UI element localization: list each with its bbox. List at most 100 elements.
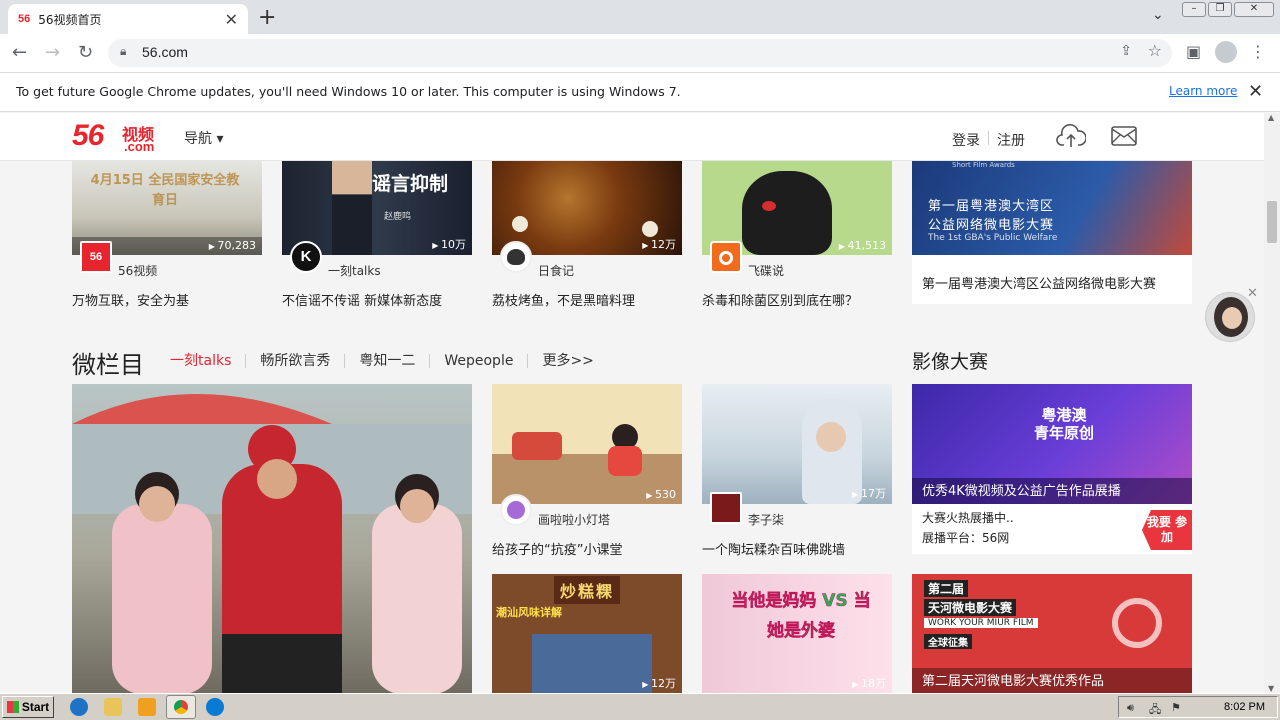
windows-taskbar: Start 🔊︎ 🖧 ⚑ 8:02 PM xyxy=(0,693,1280,720)
video-caption[interactable]: 荔枝烤鱼，不是黑暗料理 xyxy=(492,290,635,309)
tab-more[interactable]: 更多>> xyxy=(528,354,607,368)
explorer-folder-icon[interactable] xyxy=(104,698,122,716)
award-card[interactable]: Short Film Awards 第一届粤港澳大湾区 公益网络微电影大赛 Th… xyxy=(912,161,1192,304)
scroll-down-icon[interactable]: ▼ xyxy=(1268,684,1274,693)
media-player-icon[interactable] xyxy=(138,698,156,716)
author-avatar[interactable]: K xyxy=(290,241,322,273)
address-bar[interactable]: 🔒︎ 56.com ⇪ ☆ xyxy=(108,39,1172,67)
network-icon[interactable]: 🖧 xyxy=(1149,701,1161,720)
author-name[interactable]: 56视频 xyxy=(118,262,157,279)
award-status: 大赛火热展播中.. xyxy=(922,511,1014,525)
video-thumbnail[interactable]: 炒糕粿 潮汕风味详解 12万 xyxy=(492,574,682,693)
tab-search-chevron-icon[interactable]: ⌄ xyxy=(1152,7,1164,23)
lock-icon[interactable]: 🔒︎ xyxy=(120,44,126,59)
back-arrow-icon[interactable]: ← xyxy=(12,42,27,63)
flag-icon[interactable]: ⚑ xyxy=(1171,701,1181,714)
video-caption[interactable]: 一个陶坛糅杂百味佛跳墙 xyxy=(702,539,845,558)
shop-front xyxy=(532,634,652,693)
login-link[interactable]: 登录 xyxy=(952,130,980,150)
scroll-thumb[interactable] xyxy=(1267,201,1277,243)
side-panel-icon[interactable]: ▣ xyxy=(1186,42,1201,61)
featured-video-thumbnail[interactable] xyxy=(72,384,472,693)
site-logo[interactable]: 56 视频 .com xyxy=(72,119,154,154)
author-avatar[interactable] xyxy=(710,241,742,273)
video-caption[interactable]: 万物互联，安全为基 xyxy=(72,290,189,309)
upload-cloud-icon[interactable] xyxy=(1056,123,1086,149)
join-button[interactable]: 我要 参加 xyxy=(1142,510,1192,550)
figure-face xyxy=(816,422,846,452)
sofa xyxy=(512,432,562,460)
author-avatar[interactable] xyxy=(500,241,532,273)
thumb-top-text: Short Film Awards xyxy=(952,161,1015,169)
thumb-line: 全球征集 xyxy=(924,634,972,649)
author-name[interactable]: 日食记 xyxy=(538,262,574,279)
author-name[interactable]: 飞碟说 xyxy=(748,262,784,279)
author-name[interactable]: 李子柒 xyxy=(748,511,784,528)
browser-tab[interactable]: 56 56视频首页 ✕ xyxy=(8,4,248,34)
chrome-menu-icon[interactable]: ⋮ xyxy=(1250,42,1266,61)
volume-icon[interactable]: 🔊︎ xyxy=(1127,701,1134,715)
scroll-up-icon[interactable]: ▲ xyxy=(1268,113,1274,122)
author-avatar[interactable]: 56 xyxy=(80,241,112,273)
video-thumbnail[interactable]: 当他是妈妈 VS 当她是外婆 18万 xyxy=(702,574,892,693)
video-caption[interactable]: 给孩子的“抗疫”小课堂 xyxy=(492,539,622,558)
play-count: 12万 xyxy=(642,236,676,252)
bookmark-star-icon[interactable]: ☆ xyxy=(1148,41,1162,60)
floating-close-icon[interactable]: ✕ xyxy=(1247,286,1258,301)
tab-strip: 56 56视频首页 ✕ + ⌄ – ❐ ✕ xyxy=(0,0,1280,34)
window-close-button[interactable]: ✕ xyxy=(1234,2,1274,17)
award-card[interactable]: 第二届 天河微电影大赛 WORK YOUR MIUR FILM 全球征集 第二届… xyxy=(912,574,1192,693)
tab-title: 56视频首页 xyxy=(38,12,102,27)
award-card[interactable]: 粤港澳 青年原创 优秀4K微视频及公益广告作品展播 大赛火热展播中.. 展播平台… xyxy=(912,384,1192,554)
window-controls: – ❐ ✕ xyxy=(1182,2,1274,17)
nav-dropdown[interactable]: 导航 ▾ xyxy=(184,128,223,148)
thumb-overlay-text: 当他是妈妈 VS 当她是外婆 xyxy=(731,591,871,642)
author-avatar[interactable] xyxy=(500,494,532,526)
tab-changsuo[interactable]: 畅所欲言秀 xyxy=(246,354,346,368)
edge-icon[interactable] xyxy=(206,698,224,716)
author-name[interactable]: 画啦啦小灯塔 xyxy=(538,511,610,528)
minimize-button[interactable]: – xyxy=(1182,2,1206,17)
award-thumbnail[interactable]: 粤港澳 青年原创 优秀4K微视频及公益广告作品展播 xyxy=(912,384,1192,504)
reload-icon[interactable]: ↻ xyxy=(78,42,93,63)
award-caption[interactable]: 第一届粤港澳大湾区公益网络微电影大赛 xyxy=(922,273,1156,292)
new-tab-button[interactable]: + xyxy=(258,5,276,30)
award-caption[interactable]: 第二届天河微电影大赛优秀作品 xyxy=(922,670,1104,689)
share-icon[interactable]: ⇪ xyxy=(1120,43,1132,59)
food-lychee xyxy=(642,221,658,237)
video-caption[interactable]: 不信谣不传谣 新媒体新态度 xyxy=(282,290,442,309)
thumb-subtext: 赵鹿鸣 xyxy=(384,212,412,222)
video-thumbnail[interactable]: 17万 xyxy=(702,384,892,504)
thumb-line: The 1st GBA's Public Welfare xyxy=(928,233,1058,243)
chrome-taskbar-button[interactable] xyxy=(166,695,196,719)
divider xyxy=(988,131,989,145)
tab-close-icon[interactable]: ✕ xyxy=(225,10,238,29)
tab-yike-talks[interactable]: 一刻talks xyxy=(170,354,247,368)
learn-more-link[interactable]: Learn more xyxy=(1169,84,1237,98)
author-name[interactable]: 一刻talks xyxy=(328,262,381,279)
thumb-line: 公益网络微电影大赛 xyxy=(928,218,1055,233)
browser-toolbar: ← → ↻ 🔒︎ 56.com ⇪ ☆ ▣ ⋮ xyxy=(0,34,1280,72)
start-button[interactable]: Start xyxy=(2,696,54,718)
url-text[interactable]: 56.com xyxy=(142,44,188,60)
award-emblem-icon xyxy=(1112,598,1162,648)
maximize-button[interactable]: ❐ xyxy=(1208,2,1232,17)
page-scrollbar[interactable]: ▲ ▼ xyxy=(1264,113,1280,693)
update-infobar: To get future Google Chrome updates, you… xyxy=(0,72,1280,112)
mail-icon[interactable] xyxy=(1111,126,1137,146)
award-thumbnail[interactable]: Short Film Awards 第一届粤港澳大湾区 公益网络微电影大赛 Th… xyxy=(912,161,1192,255)
taskbar-clock[interactable]: 8:02 PM xyxy=(1224,701,1265,713)
video-caption[interactable]: 杀毒和除菌区别到底在哪？ xyxy=(702,290,858,309)
infobar-close-icon[interactable]: ✕ xyxy=(1248,81,1263,102)
logo-number: 56 xyxy=(72,119,104,152)
video-thumbnail[interactable]: 530 xyxy=(492,384,682,504)
tab-yuezhi[interactable]: 粤知一二 xyxy=(345,354,431,368)
forward-arrow-icon[interactable]: → xyxy=(45,42,60,63)
author-avatar[interactable] xyxy=(710,492,742,524)
register-link[interactable]: 注册 xyxy=(997,130,1025,150)
profile-avatar-icon[interactable] xyxy=(1215,41,1237,63)
thumb-line: WORK YOUR MIUR FILM xyxy=(924,618,1038,628)
tab-wepeople[interactable]: Wepeople xyxy=(430,354,529,368)
ie-icon[interactable] xyxy=(70,698,88,716)
infobar-message: To get future Google Chrome updates, you… xyxy=(16,84,681,99)
